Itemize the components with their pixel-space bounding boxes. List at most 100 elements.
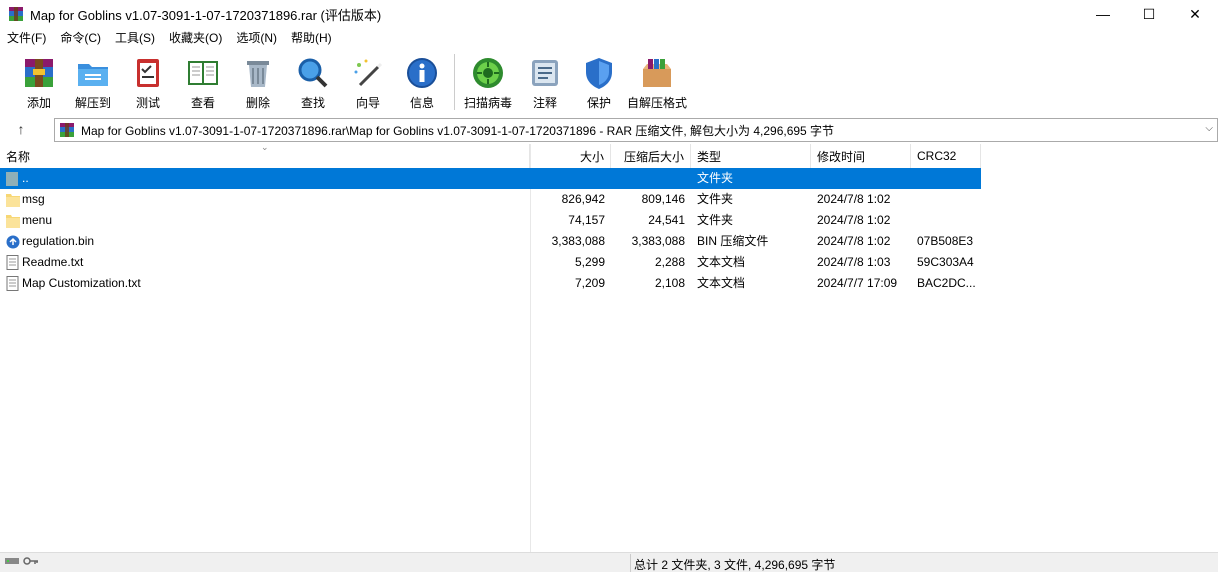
file-packed: 24,541 xyxy=(648,213,685,227)
menu-commands[interactable]: 命令(C) xyxy=(53,28,108,48)
drive-icon[interactable] xyxy=(4,555,20,570)
address-bar: ↑ Map for Goblins v1.07-3091-1-07-172037… xyxy=(0,116,1218,142)
column-header-modified[interactable]: 修改时间 xyxy=(811,144,911,168)
file-crc xyxy=(917,189,979,210)
table-row[interactable]: msg 826,942 809,146 文件夹 2024/7/8 1:02 xyxy=(0,189,981,210)
table-row[interactable]: Readme.txt 5,299 2,288 文本文档 2024/7/8 1:0… xyxy=(0,252,981,273)
wizard-label: 向导 xyxy=(355,96,380,110)
add-archive-icon xyxy=(20,54,58,92)
add-button[interactable]: 添加 xyxy=(14,50,64,112)
column-type-label: 类型 xyxy=(697,149,722,164)
column-modified-label: 修改时间 xyxy=(817,149,866,164)
file-modified xyxy=(817,168,907,189)
menu-tools[interactable]: 工具(S) xyxy=(108,28,162,48)
file-crc: 07B508E3 xyxy=(917,234,974,248)
text-file-icon xyxy=(6,255,20,270)
table-row[interactable]: menu 74,157 24,541 文件夹 2024/7/8 1:02 xyxy=(0,210,981,231)
file-crc: BAC2DC... xyxy=(917,276,976,290)
minimize-button[interactable]: — xyxy=(1080,0,1126,28)
winrar-app-icon xyxy=(8,6,24,22)
sort-chevron-icon: ⌄ xyxy=(261,142,269,152)
file-type: 文本文档 xyxy=(697,255,746,269)
table-row[interactable]: .. 文件夹 xyxy=(0,168,981,189)
view-button[interactable]: 查看 xyxy=(174,50,232,112)
delete-button[interactable]: 删除 xyxy=(232,50,284,112)
test-button[interactable]: 测试 xyxy=(122,50,174,112)
toolbar-divider xyxy=(454,54,455,110)
file-size: 7,209 xyxy=(574,276,605,290)
trash-icon xyxy=(239,54,277,92)
file-crc xyxy=(917,210,979,231)
delete-label: 删除 xyxy=(245,96,270,110)
file-size: 5,299 xyxy=(574,255,605,269)
up-arrow-button[interactable]: ↑ xyxy=(0,116,42,142)
menu-bar: 文件(F) 命令(C) 工具(S) 收藏夹(O) 选项(N) 帮助(H) xyxy=(0,28,339,48)
column-packed-label: 压缩后大小 xyxy=(623,149,684,164)
column-header-size[interactable]: 大小 xyxy=(530,144,611,168)
find-label: 查找 xyxy=(300,96,325,110)
sfx-box-icon xyxy=(638,54,676,92)
table-row[interactable]: Map Customization.txt 7,209 2,108 文本文档 2… xyxy=(0,273,981,294)
sfx-label: 自解压格式 xyxy=(626,96,687,110)
file-name: Readme.txt xyxy=(22,255,84,269)
file-modified: 2024/7/8 1:03 xyxy=(817,255,891,269)
file-packed: 3,383,088 xyxy=(631,234,685,248)
file-type: 文件夹 xyxy=(697,192,734,206)
file-modified: 2024/7/8 1:02 xyxy=(817,213,891,227)
path-field[interactable]: Map for Goblins v1.07-3091-1-07-17203718… xyxy=(54,118,1218,142)
path-text: Map for Goblins v1.07-3091-1-07-17203718… xyxy=(81,123,835,138)
file-size: 826,942 xyxy=(561,192,605,206)
text-file-icon xyxy=(6,276,20,291)
maximize-button[interactable]: ☐ xyxy=(1126,0,1172,28)
comment-icon xyxy=(526,54,564,92)
status-bar: 总计 2 文件夹, 3 文件, 4,296,695 字节 xyxy=(0,552,1218,572)
find-button[interactable]: 查找 xyxy=(284,50,342,112)
key-icon[interactable] xyxy=(23,555,39,570)
file-crc xyxy=(917,168,979,189)
file-name: Map Customization.txt xyxy=(22,276,141,290)
column-header-crc[interactable]: CRC32 xyxy=(911,144,981,168)
comment-button[interactable]: 注释 xyxy=(517,50,573,112)
title-bar: Map for Goblins v1.07-3091-1-07-17203718… xyxy=(0,0,1218,28)
file-packed xyxy=(611,168,685,189)
column-crc-label: CRC32 xyxy=(917,149,957,163)
file-name: menu xyxy=(22,213,53,227)
file-modified: 2024/7/8 1:02 xyxy=(817,234,891,248)
menu-help[interactable]: 帮助(H) xyxy=(284,28,339,48)
wizard-button[interactable]: 向导 xyxy=(342,50,394,112)
file-list: 名称 ⌄ 大小 压缩后大小 类型 修改时间 CRC32 .. 文件夹 msg 8… xyxy=(0,142,1218,552)
file-modified: 2024/7/8 1:02 xyxy=(817,192,891,206)
toolbar: 添加 解压到 测试 查看 删除 查找 向导 信息 扫描病毒 注释 保护 自解压格… xyxy=(0,50,1218,114)
extract-button[interactable]: 解压到 xyxy=(64,50,122,112)
info-button[interactable]: 信息 xyxy=(394,50,450,112)
close-button[interactable]: ✕ xyxy=(1172,0,1218,28)
folder-icon xyxy=(6,213,20,228)
protect-button[interactable]: 保护 xyxy=(573,50,625,112)
scan-label: 扫描病毒 xyxy=(463,96,512,110)
chevron-down-icon[interactable]: ⌵ xyxy=(1205,123,1213,134)
column-header-type[interactable]: 类型 xyxy=(691,144,811,168)
file-modified: 2024/7/7 17:09 xyxy=(817,276,898,290)
test-label: 测试 xyxy=(135,96,160,110)
sfx-button[interactable]: 自解压格式 xyxy=(625,50,689,112)
menu-favorites[interactable]: 收藏夹(O) xyxy=(162,28,229,48)
info-label: 信息 xyxy=(409,96,434,110)
table-row[interactable]: regulation.bin 3,383,088 3,383,088 BIN 压… xyxy=(0,231,981,252)
file-crc: 59C303A4 xyxy=(917,255,974,269)
file-type: BIN 压缩文件 xyxy=(697,234,769,248)
file-size: 74,157 xyxy=(568,213,605,227)
file-size xyxy=(530,168,605,189)
file-packed: 2,288 xyxy=(654,255,685,269)
menu-options[interactable]: 选项(N) xyxy=(229,28,284,48)
test-clipboard-icon xyxy=(129,54,167,92)
column-header-packed[interactable]: 压缩后大小 xyxy=(611,144,691,168)
info-icon xyxy=(403,54,441,92)
menu-file[interactable]: 文件(F) xyxy=(0,28,53,48)
protect-label: 保护 xyxy=(586,96,611,110)
column-size-label: 大小 xyxy=(579,149,604,164)
file-packed: 2,108 xyxy=(654,276,685,290)
status-divider xyxy=(630,554,631,572)
magic-wand-icon xyxy=(349,54,387,92)
scan-virus-button[interactable]: 扫描病毒 xyxy=(459,50,517,112)
file-packed: 809,146 xyxy=(641,192,685,206)
